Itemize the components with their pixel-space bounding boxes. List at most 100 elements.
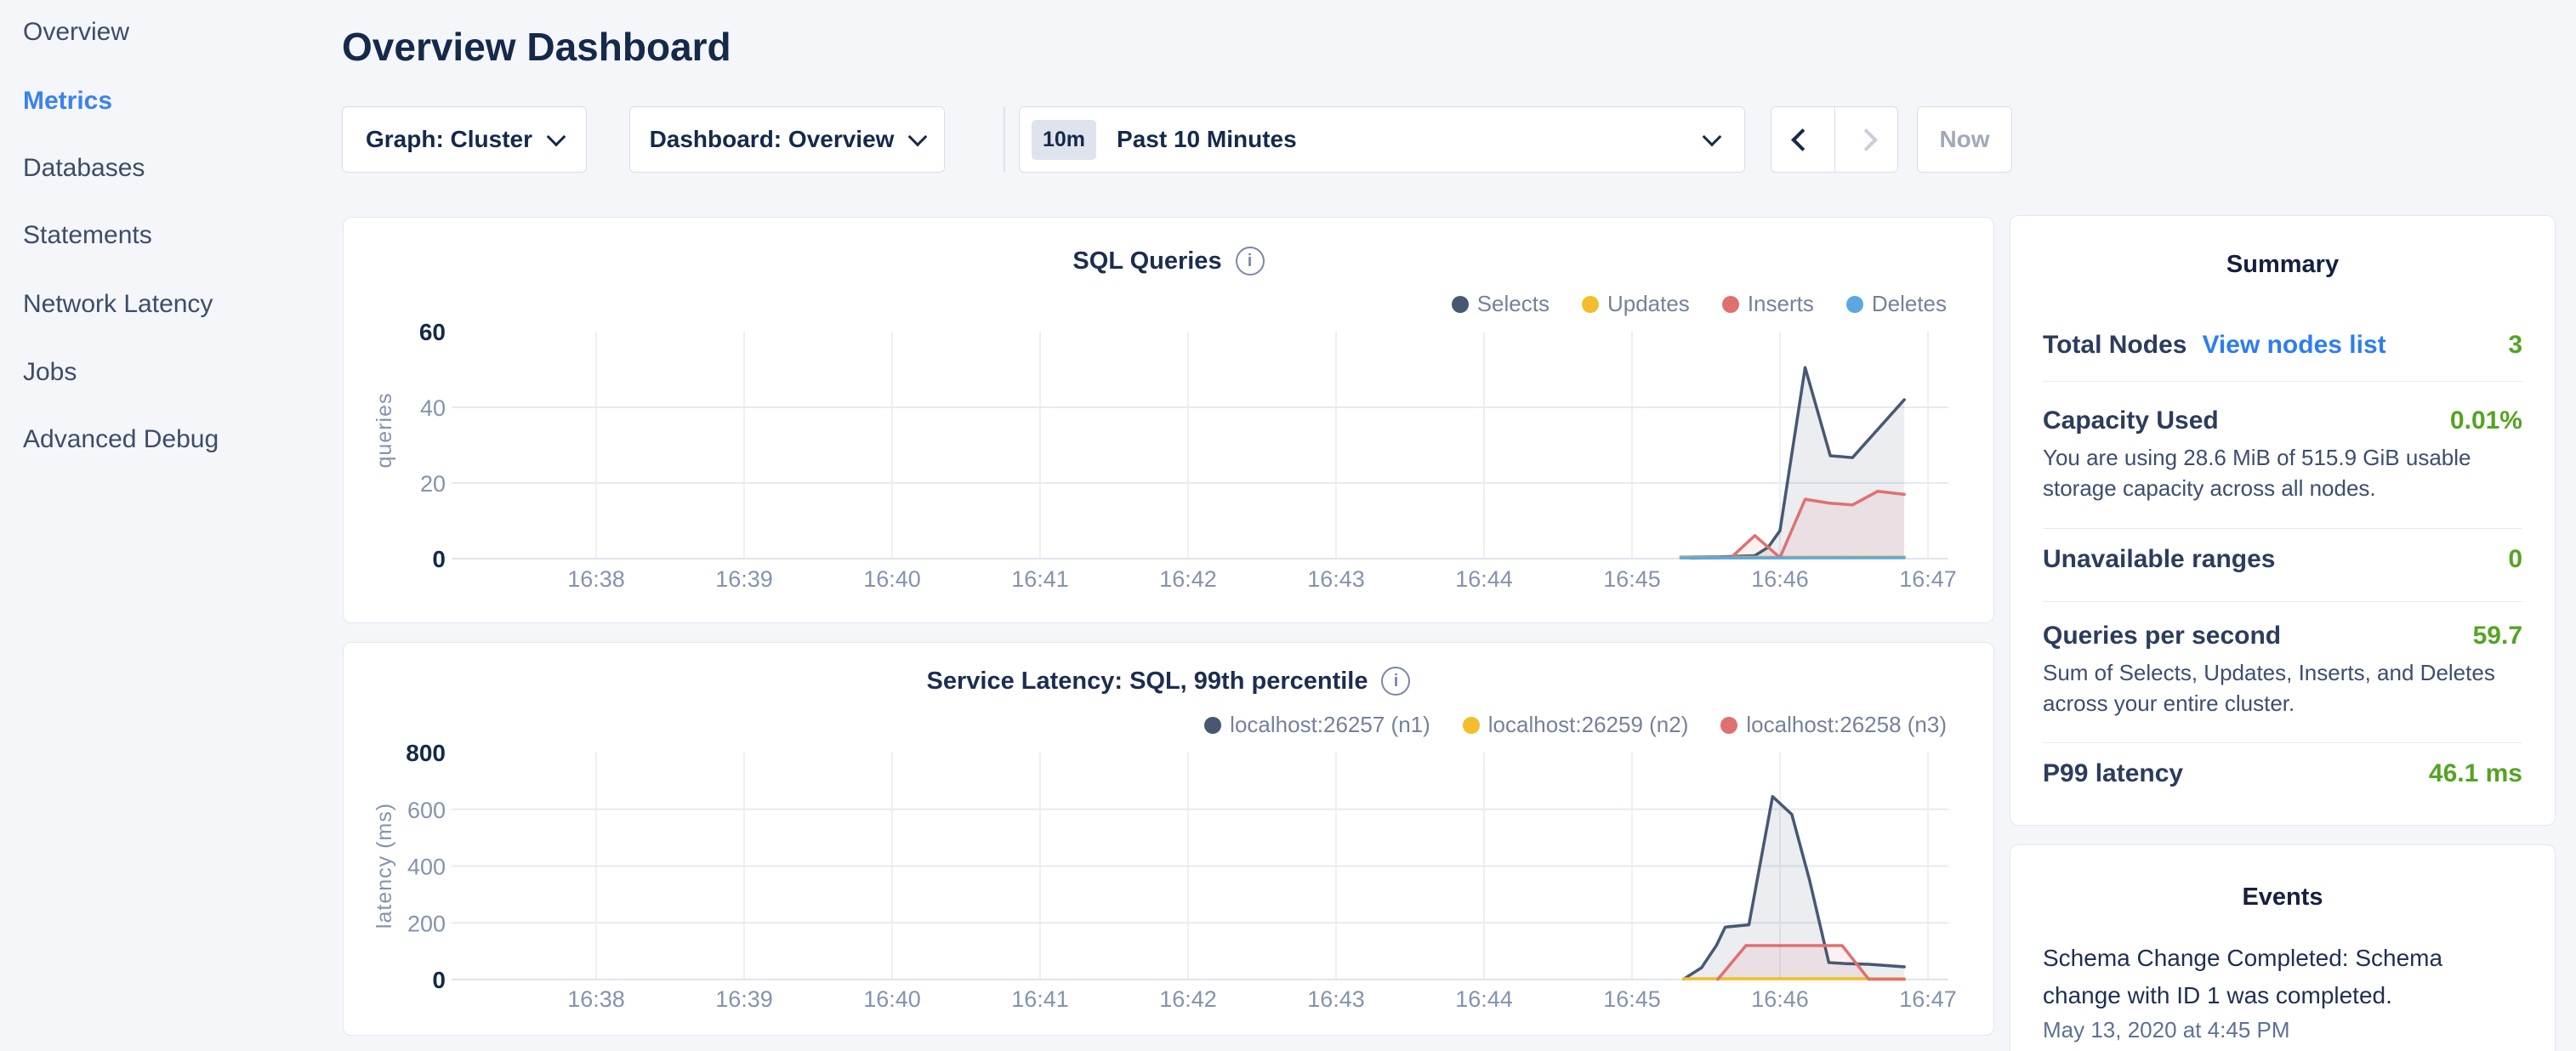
sidebar-item-databases[interactable]: Databases xyxy=(23,152,145,185)
legend-dot-icon xyxy=(1722,296,1739,313)
sidebar: Overview Metrics Databases Statements Ne… xyxy=(0,0,332,1051)
svg-text:16:45: 16:45 xyxy=(1603,566,1661,592)
sidebar-item-metrics[interactable]: Metrics xyxy=(23,85,112,117)
svg-text:16:39: 16:39 xyxy=(715,986,773,1012)
svg-text:16:38: 16:38 xyxy=(567,566,625,592)
svg-text:16:47: 16:47 xyxy=(1899,986,1957,1012)
legend-item: localhost:26257 (n1) xyxy=(1204,712,1430,738)
legend-dot-icon xyxy=(1582,296,1599,313)
divider xyxy=(2043,528,2522,529)
svg-text:16:43: 16:43 xyxy=(1307,566,1365,592)
graph-dropdown-label: Graph: Cluster xyxy=(366,126,532,153)
summary-row-description: Sum of Selects, Updates, Inserts, and De… xyxy=(2043,657,2522,719)
summary-row-value: 3 xyxy=(2508,331,2522,360)
event-message: Schema Change Completed: Schema change w… xyxy=(2043,940,2468,1014)
app-root: Overview Metrics Databases Statements Ne… xyxy=(0,0,2576,1051)
summary-title: Summary xyxy=(2010,251,2555,279)
legend-label: Inserts xyxy=(1748,291,1814,317)
time-range-badge: 10m xyxy=(1032,120,1096,160)
time-step-forward-button[interactable] xyxy=(1834,107,1898,172)
svg-text:16:38: 16:38 xyxy=(567,986,625,1012)
legend-dot-icon xyxy=(1204,717,1221,734)
info-icon[interactable]: i xyxy=(1381,667,1410,696)
chart-title: Service Latency: SQL, 99th percentile xyxy=(927,668,1368,696)
legend-item: localhost:26259 (n2) xyxy=(1463,712,1689,738)
sidebar-item-statements[interactable]: Statements xyxy=(23,219,152,252)
chevron-down-icon xyxy=(908,128,928,147)
time-range-label: Past 10 Minutes xyxy=(1117,126,1705,153)
legend-label: Updates xyxy=(1607,291,1690,317)
summary-row-label: Queries per second xyxy=(2043,622,2281,650)
divider xyxy=(2043,742,2522,743)
legend-label: localhost:26259 (n2) xyxy=(1488,712,1689,738)
legend-label: Deletes xyxy=(1872,291,1947,317)
svg-text:16:41: 16:41 xyxy=(1011,566,1069,592)
svg-text:40: 40 xyxy=(420,395,446,421)
legend-dot-icon xyxy=(1463,717,1480,734)
now-button[interactable]: Now xyxy=(1917,106,2012,173)
chart-legend: Selects Updates Inserts Deletes xyxy=(1452,291,1947,317)
chevron-right-icon xyxy=(1855,128,1878,151)
sql-queries-chart: 16:38 16:39 16:40 16:41 16:42 16:43 16:44 16:45… xyxy=(344,218,1993,622)
svg-text:16:44: 16:44 xyxy=(1455,566,1513,592)
svg-text:16:40: 16:40 xyxy=(863,986,921,1012)
events-panel: Events Schema Change Completed: Schema c… xyxy=(2010,844,2556,1051)
summary-row-value: 0 xyxy=(2508,545,2522,574)
dashboard-dropdown-label: Dashboard: Overview xyxy=(650,126,895,153)
view-nodes-list-link[interactable]: View nodes list xyxy=(2202,331,2386,360)
summary-row-capacity: Capacity Used 0.01% xyxy=(2043,406,2522,435)
svg-text:16:46: 16:46 xyxy=(1751,566,1809,592)
svg-text:600: 600 xyxy=(407,798,446,823)
events-title: Events xyxy=(2010,883,2555,912)
divider xyxy=(2043,601,2522,602)
svg-text:400: 400 xyxy=(407,855,446,880)
svg-text:16:39: 16:39 xyxy=(715,566,773,592)
svg-text:latency (ms): latency (ms) xyxy=(372,803,396,929)
summary-row-label: P99 latency xyxy=(2043,759,2183,788)
svg-text:0: 0 xyxy=(432,967,446,993)
chevron-down-icon xyxy=(547,128,566,147)
chart-title: SQL Queries xyxy=(1072,247,1221,276)
time-range-selector[interactable]: 10m Past 10 Minutes xyxy=(1019,106,1745,173)
svg-text:16:47: 16:47 xyxy=(1899,566,1957,592)
legend-label: localhost:26257 (n1) xyxy=(1230,712,1430,738)
summary-row-label: Capacity Used xyxy=(2043,406,2219,435)
svg-text:16:42: 16:42 xyxy=(1159,566,1217,592)
summary-row-label: Total Nodes xyxy=(2043,331,2186,360)
svg-text:200: 200 xyxy=(407,911,446,936)
svg-text:16:46: 16:46 xyxy=(1751,986,1809,1012)
summary-row-qps: Queries per second 59.7 xyxy=(2043,622,2522,650)
summary-row-unavailable-ranges: Unavailable ranges 0 xyxy=(2043,545,2522,574)
graph-dropdown[interactable]: Graph: Cluster xyxy=(342,106,587,173)
chevron-left-icon xyxy=(1791,128,1814,151)
svg-text:0: 0 xyxy=(432,546,446,572)
now-button-label: Now xyxy=(1939,126,1989,153)
info-icon[interactable]: i xyxy=(1236,247,1265,276)
svg-text:16:40: 16:40 xyxy=(863,566,921,592)
sidebar-item-overview[interactable]: Overview xyxy=(23,16,129,48)
sidebar-item-advanced-debug[interactable]: Advanced Debug xyxy=(23,423,219,456)
summary-row-value: 59.7 xyxy=(2473,622,2522,650)
summary-row-total-nodes: Total Nodes View nodes list 3 xyxy=(2043,331,2522,360)
legend-label: Selects xyxy=(1477,291,1550,317)
svg-text:60: 60 xyxy=(419,319,446,345)
dashboard-dropdown[interactable]: Dashboard: Overview xyxy=(629,106,945,173)
legend-item: Updates xyxy=(1582,291,1690,317)
chevron-down-icon xyxy=(1703,128,1722,147)
sidebar-item-jobs[interactable]: Jobs xyxy=(23,356,77,389)
svg-text:800: 800 xyxy=(406,740,446,766)
time-step-back-button[interactable] xyxy=(1771,107,1834,172)
svg-text:20: 20 xyxy=(420,471,446,497)
sidebar-item-network-latency[interactable]: Network Latency xyxy=(23,288,213,321)
event-timestamp: May 13, 2020 at 4:45 PM xyxy=(2043,1017,2290,1043)
svg-text:16:45: 16:45 xyxy=(1603,986,1661,1012)
summary-row-label: Unavailable ranges xyxy=(2043,545,2275,574)
service-latency-chart-card: 16:3816:3916:4016:4116:4216:4316:4416:45… xyxy=(343,642,1994,1036)
sql-queries-chart-card: 16:38 16:39 16:40 16:41 16:42 16:43 16:44 16:45… xyxy=(343,217,1994,623)
legend-dot-icon xyxy=(1846,296,1863,313)
time-step-buttons xyxy=(1771,106,1898,173)
svg-text:queries: queries xyxy=(372,393,396,469)
summary-row-p99-latency: P99 latency 46.1 ms xyxy=(2043,759,2522,788)
svg-text:16:42: 16:42 xyxy=(1159,986,1217,1012)
legend-item: Selects xyxy=(1452,291,1550,317)
